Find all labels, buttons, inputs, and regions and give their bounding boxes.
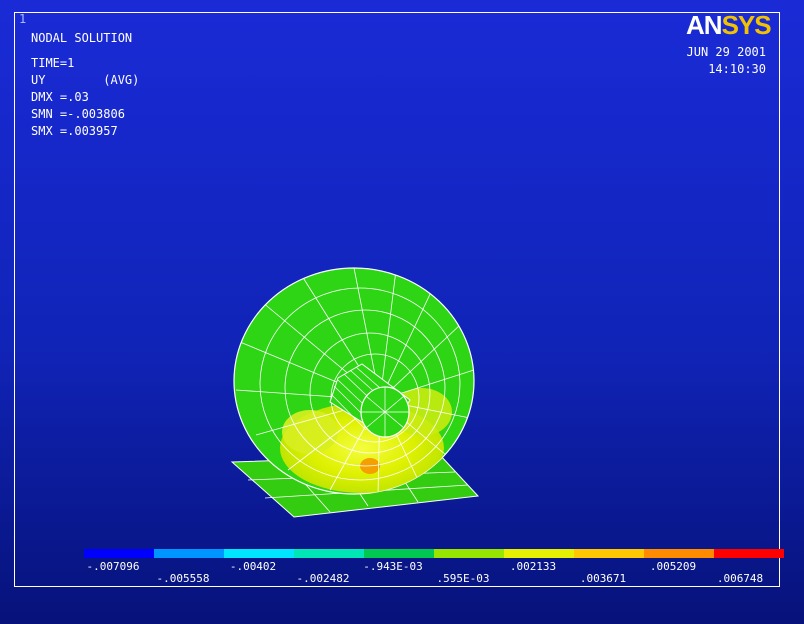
legend-color-segment <box>154 549 224 558</box>
legend-label: .002133 <box>509 560 557 573</box>
fe-model-viewport[interactable] <box>0 0 804 624</box>
legend-label: .005209 <box>649 560 697 573</box>
legend-color-segment <box>84 549 154 558</box>
legend-label: .595E-03 <box>436 572 490 585</box>
legend-label: .006748 <box>716 572 764 585</box>
legend-color-segment <box>294 549 364 558</box>
legend-color-segment <box>224 549 294 558</box>
legend-label: -.943E-03 <box>363 560 423 573</box>
legend-label: .003671 <box>579 572 627 585</box>
legend-label: -.00402 <box>229 560 277 573</box>
legend-color-segment <box>504 549 574 558</box>
legend-label: -.002482 <box>296 572 350 585</box>
legend-color-segment <box>714 549 784 558</box>
legend-color-segment <box>364 549 434 558</box>
legend-color-segment <box>574 549 644 558</box>
legend-label: -.007096 <box>86 560 140 573</box>
legend-color-segment <box>644 549 714 558</box>
legend-label: -.005558 <box>156 572 210 585</box>
legend-color-segment <box>434 549 504 558</box>
